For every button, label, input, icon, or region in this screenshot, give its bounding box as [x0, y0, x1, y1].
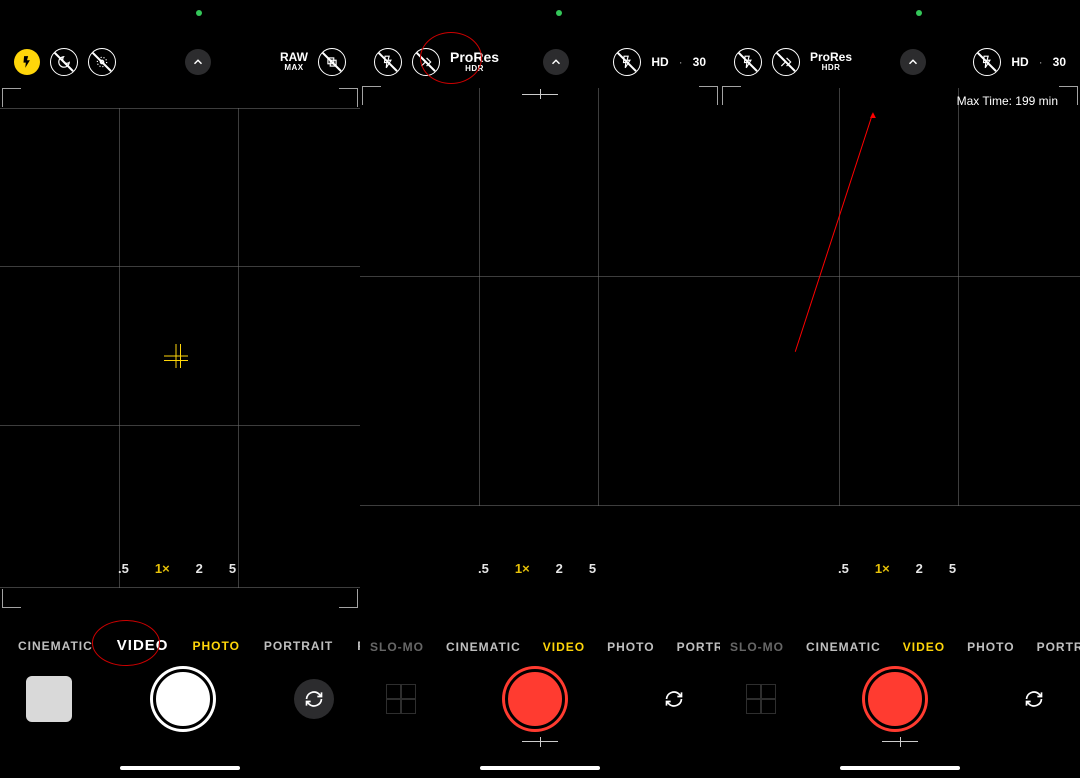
separator-dot: ·	[679, 55, 683, 69]
separator-dot: ·	[1039, 55, 1043, 69]
mode-photo[interactable]: PHOTO	[967, 640, 1014, 654]
bottom-controls	[360, 660, 720, 738]
zoom-option[interactable]: 2	[556, 561, 563, 576]
resolution-toggle[interactable]: HD	[1011, 55, 1028, 69]
mode-video[interactable]: VIDEO	[543, 640, 585, 654]
privacy-indicator-dot	[196, 10, 202, 16]
chevron-up-icon[interactable]	[185, 49, 211, 75]
camera-flip-button[interactable]	[654, 679, 694, 719]
fps-toggle[interactable]: 30	[693, 55, 706, 69]
bottom-controls	[720, 660, 1080, 738]
annotation-circle-prores	[420, 32, 482, 84]
photographic-styles-icon[interactable]	[318, 48, 346, 76]
mode-cinematic[interactable]: CINEMATIC	[806, 640, 881, 654]
raw-toggle[interactable]: RAW MAX	[280, 51, 308, 73]
top-toolbar: RAW MAX	[0, 44, 360, 80]
annotation-circle-video	[92, 620, 160, 666]
composition-grid	[720, 88, 1080, 506]
home-indicator[interactable]	[120, 766, 240, 770]
mode-photo[interactable]: PHOTO	[192, 639, 239, 653]
zoom-option[interactable]: 5	[949, 561, 956, 576]
night-mode-icon[interactable]	[50, 48, 78, 76]
zoom-option[interactable]: 2	[196, 561, 203, 576]
bottom-controls	[0, 660, 360, 738]
shutter-button[interactable]	[150, 666, 216, 732]
frame-corner	[339, 88, 358, 107]
frame-corner	[2, 589, 21, 608]
flash-icon[interactable]	[734, 48, 762, 76]
flash-icon-right[interactable]	[613, 48, 641, 76]
level-indicator-bottom	[522, 741, 558, 742]
prores-toggle[interactable]: ProRes HDR	[810, 51, 852, 73]
zoom-option[interactable]: .5	[838, 561, 849, 576]
mode-slomo[interactable]: SLO-MO	[370, 640, 424, 654]
home-indicator[interactable]	[480, 766, 600, 770]
viewfinder-bottom-edge	[0, 587, 360, 588]
prores-sublabel: HDR	[822, 64, 841, 73]
live-photo-icon[interactable]	[88, 48, 116, 76]
photo-library-thumbnail[interactable]	[26, 676, 72, 722]
home-indicator[interactable]	[840, 766, 960, 770]
flash-icon-right[interactable]	[973, 48, 1001, 76]
mode-slomo[interactable]: SLO-MO	[730, 640, 784, 654]
mode-video[interactable]: VIDEO	[903, 640, 945, 654]
zoom-option[interactable]: .5	[478, 561, 489, 576]
level-indicator-bottom	[882, 741, 918, 742]
privacy-indicator-dot	[916, 10, 922, 16]
mode-portrait[interactable]: PORTRAIT	[264, 639, 333, 653]
viewfinder-top-edge	[0, 108, 360, 109]
mode-portrait[interactable]: PORTRAIT	[677, 640, 720, 654]
composition-grid	[360, 88, 720, 506]
mode-selector[interactable]: SLO-MO CINEMATIC VIDEO PHOTO PORTRAIT PA…	[360, 640, 720, 654]
resolution-toggle[interactable]: HD	[651, 55, 668, 69]
zoom-option[interactable]: 5	[589, 561, 596, 576]
zoom-option-selected[interactable]: 1×	[515, 561, 530, 576]
frame-corner	[2, 88, 21, 107]
chevron-up-icon[interactable]	[900, 49, 926, 75]
filters-icon[interactable]	[386, 684, 416, 714]
record-button[interactable]	[862, 666, 928, 732]
mode-cinematic[interactable]: CINEMATIC	[18, 639, 93, 653]
privacy-indicator-dot	[556, 10, 562, 16]
zoom-option[interactable]: 2	[916, 561, 923, 576]
mode-selector[interactable]: CINEMATIC VIDEO PHOTO PORTRAIT PANO	[0, 637, 360, 654]
raw-sublabel: MAX	[284, 64, 303, 73]
action-mode-icon[interactable]	[772, 48, 800, 76]
camera-flip-button[interactable]	[294, 679, 334, 719]
fps-toggle[interactable]: 30	[1053, 55, 1066, 69]
annotation-arrowhead: ▲	[868, 110, 878, 121]
top-toolbar: ProRes HDR HD · 30	[720, 44, 1080, 80]
mode-photo[interactable]: PHOTO	[607, 640, 654, 654]
zoom-option-selected[interactable]: 1×	[155, 561, 170, 576]
camera-flip-button[interactable]	[1014, 679, 1054, 719]
zoom-option[interactable]: .5	[118, 561, 129, 576]
zoom-option[interactable]: 5	[229, 561, 236, 576]
flash-icon[interactable]	[374, 48, 402, 76]
max-time-label: Max Time: 199 min	[957, 94, 1058, 108]
record-button[interactable]	[502, 666, 568, 732]
chevron-up-icon[interactable]	[543, 49, 569, 75]
filters-icon[interactable]	[746, 684, 776, 714]
zoom-option-selected[interactable]: 1×	[875, 561, 890, 576]
zoom-selector[interactable]: .5 1× 2 5	[478, 561, 596, 576]
mode-cinematic[interactable]: CINEMATIC	[446, 640, 521, 654]
flash-icon[interactable]	[14, 49, 40, 75]
focus-crosshair	[164, 344, 188, 368]
zoom-selector[interactable]: .5 1× 2 5	[118, 561, 236, 576]
top-toolbar: ProRes HDR HD · 30	[360, 44, 720, 80]
mode-selector[interactable]: SLO-MO CINEMATIC VIDEO PHOTO PORTRAIT	[720, 640, 1080, 654]
level-indicator	[522, 94, 558, 95]
mode-portrait[interactable]: PORTRAIT	[1037, 640, 1080, 654]
frame-corner	[339, 589, 358, 608]
zoom-selector[interactable]: .5 1× 2 5	[838, 561, 956, 576]
